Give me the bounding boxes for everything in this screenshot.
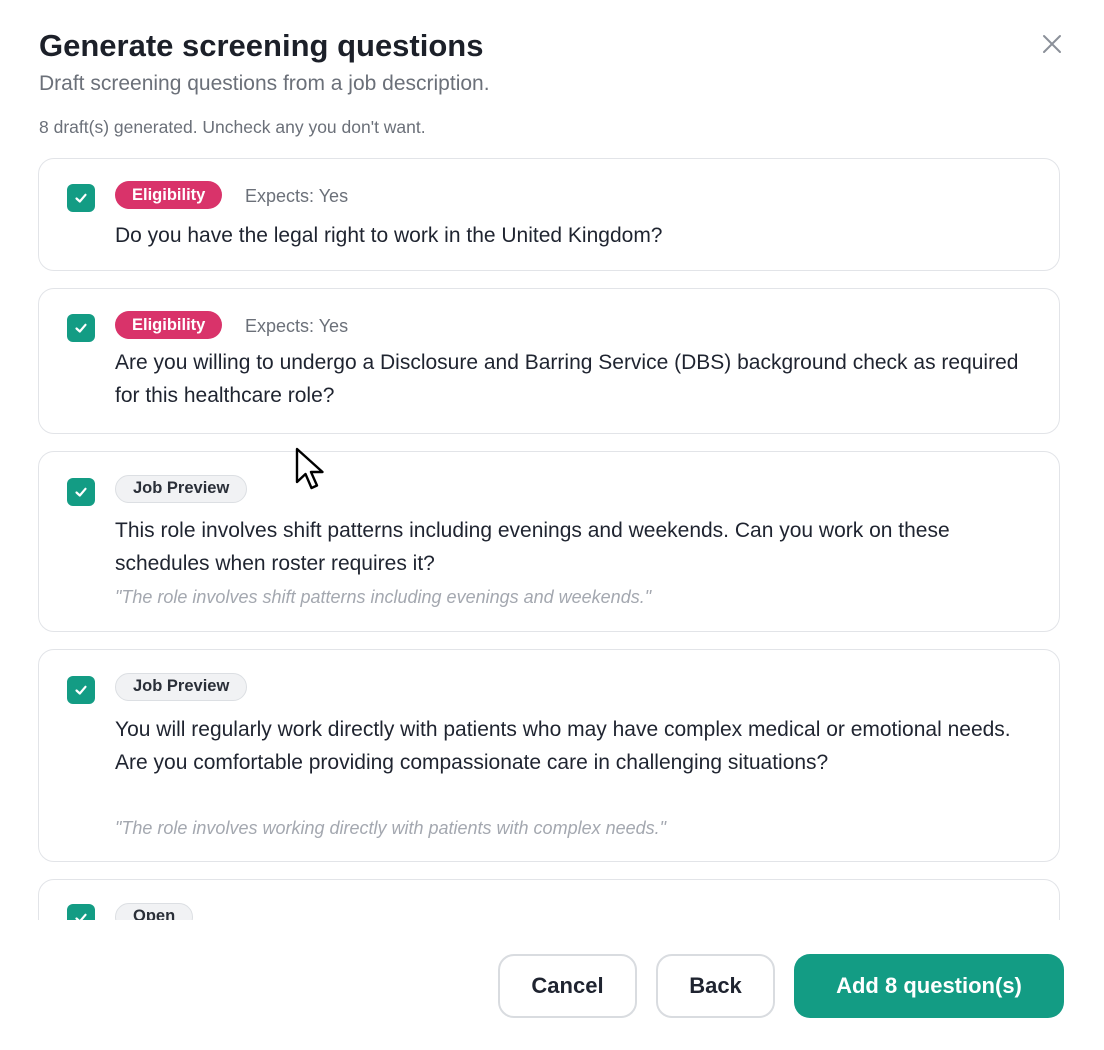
generate-questions-dialog: Generate screening questions Draft scree…	[0, 0, 1104, 1050]
check-icon	[75, 685, 87, 695]
draft-card: Eligibility Expects: Yes Are you willing…	[38, 288, 1060, 434]
back-button[interactable]: Back	[656, 954, 775, 1018]
source-quote: "The role involves working directly with…	[115, 818, 667, 838]
category-badge: Eligibility	[115, 311, 223, 339]
add-questions-button[interactable]: Add 8 question(s)	[794, 954, 1064, 1018]
drafts-list[interactable]: Eligibility Expects: Yes Do you have the…	[38, 156, 1064, 920]
category-badge: Eligibility	[115, 181, 223, 209]
drafts-summary: 8 draft(s) generated. Uncheck any you do…	[39, 117, 426, 137]
question-text: Do you have the legal right to work in t…	[115, 224, 663, 247]
draft-checkbox[interactable]	[67, 676, 95, 704]
draft-checkbox[interactable]	[67, 904, 95, 920]
draft-checkbox[interactable]	[67, 184, 95, 212]
draft-card: Open	[38, 879, 1060, 920]
mouse-cursor-icon	[295, 447, 324, 490]
question-text: This role involves shift patterns includ…	[115, 519, 950, 575]
check-icon	[75, 323, 87, 333]
check-icon	[75, 487, 87, 497]
expects-label: Expects: Yes	[245, 186, 349, 206]
category-badge: Open	[115, 903, 194, 920]
question-text: Are you willing to undergo a Disclosure …	[115, 351, 1019, 407]
cancel-button[interactable]: Cancel	[498, 954, 637, 1018]
dialog-subtitle: Draft screening questions from a job des…	[39, 72, 490, 95]
category-badge: Job Preview	[115, 673, 248, 701]
expects-label: Expects: Yes	[245, 316, 349, 336]
category-badge: Job Preview	[115, 475, 248, 503]
draft-card: Job Preview You will regularly work dire…	[38, 649, 1060, 862]
check-icon	[75, 913, 87, 920]
check-icon	[75, 193, 87, 203]
draft-card: Eligibility Expects: Yes Do you have the…	[38, 158, 1060, 271]
source-quote: "The role involves shift patterns includ…	[115, 587, 652, 607]
dialog-title: Generate screening questions	[39, 28, 484, 63]
close-icon[interactable]	[1036, 28, 1068, 60]
draft-card: Job Preview This role involves shift pat…	[38, 451, 1060, 632]
draft-checkbox[interactable]	[67, 478, 95, 506]
question-text: You will regularly work directly with pa…	[115, 718, 1011, 774]
draft-checkbox[interactable]	[67, 314, 95, 342]
